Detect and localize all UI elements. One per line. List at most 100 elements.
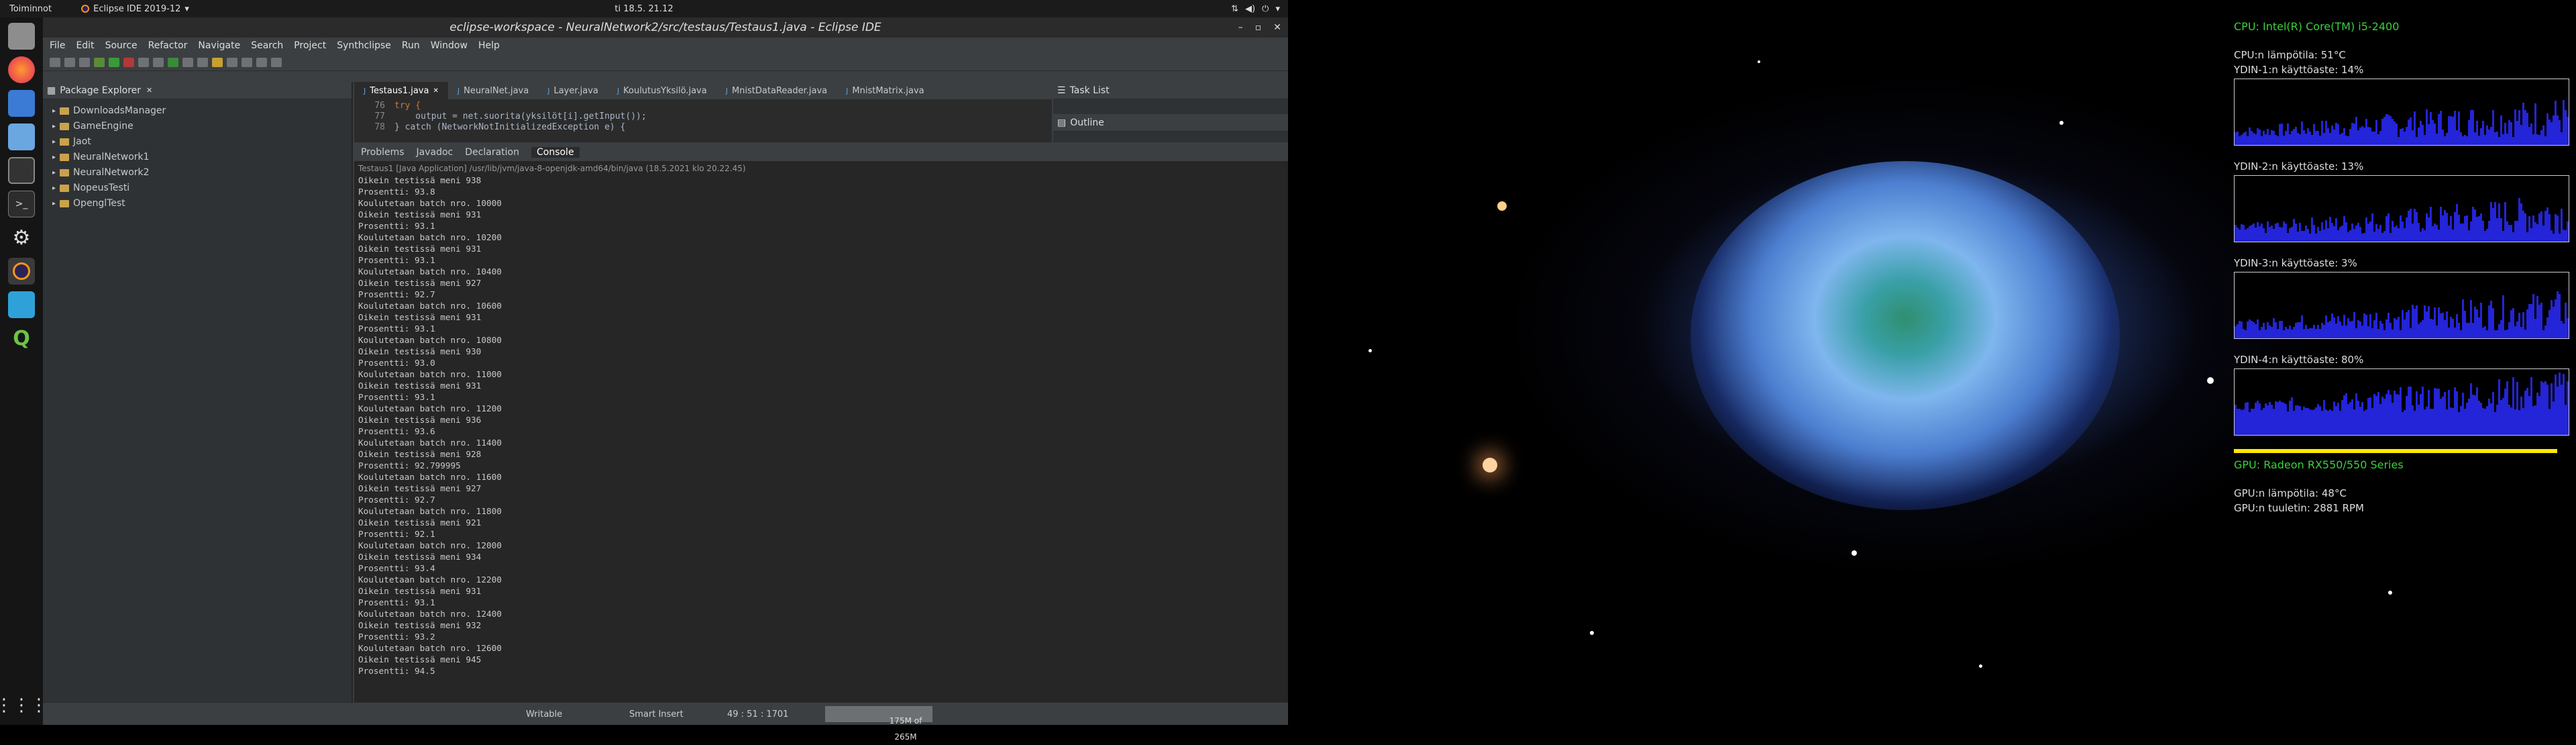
show-applications-icon[interactable]: ⋮⋮⋮ — [0, 695, 48, 715]
clock[interactable]: ti 18.5. 21.12 — [614, 4, 673, 14]
code-line: 76 try { — [354, 101, 1052, 111]
menu-project[interactable]: Project — [294, 40, 326, 51]
files-icon[interactable] — [8, 23, 35, 50]
save-all-icon[interactable] — [79, 57, 90, 67]
editor-tab[interactable]: J MnistDataReader.java — [716, 82, 837, 99]
close-icon[interactable]: ✕ — [433, 87, 438, 95]
new-java-project-icon[interactable] — [138, 57, 149, 67]
chevron-right-icon[interactable]: ▸ — [52, 150, 56, 165]
project-item[interactable]: ▸ NopeusTesti — [52, 181, 352, 196]
chevron-right-icon[interactable]: ▸ — [52, 119, 56, 134]
back-icon[interactable] — [241, 57, 252, 67]
close-icon[interactable]: ✕ — [1273, 22, 1281, 33]
search-icon[interactable] — [197, 57, 208, 67]
console-line: Koulutetaan batch nro. 11000 — [358, 369, 502, 379]
editor-tab[interactable]: J Layer.java — [538, 82, 608, 99]
app-menu[interactable]: Eclipse IDE 2019-12 ▾ — [81, 4, 189, 14]
new-icon[interactable] — [50, 57, 60, 67]
project-item[interactable]: ▸ DownloadsManager — [52, 103, 352, 119]
project-item[interactable]: ▸ Jaot — [52, 134, 352, 150]
system-monitor-icon[interactable] — [8, 157, 35, 184]
code-editor: J Testaus1.java ✕ J NeuralNet.java J Layer.jav… — [354, 82, 1052, 142]
minimize-icon[interactable]: – — [1238, 22, 1243, 33]
menu-edit[interactable]: Edit — [76, 40, 94, 51]
menu-file[interactable]: File — [50, 40, 65, 51]
menu-refactor[interactable]: Refactor — [148, 40, 188, 51]
chevron-right-icon[interactable]: ▸ — [52, 103, 56, 119]
gpu-name: GPU: Radeon RX550/550 Series — [2234, 458, 2404, 471]
activities-button[interactable]: Toiminnot — [0, 4, 61, 14]
cursor-position: 49 : 51 : 1701 — [727, 709, 789, 719]
terminal-icon[interactable]: >_ — [8, 191, 35, 217]
chevron-right-icon[interactable]: ▸ — [52, 196, 56, 211]
pin-editor-icon[interactable] — [271, 57, 282, 67]
run-icon[interactable] — [109, 57, 119, 67]
window-titlebar[interactable]: eclipse-workspace - NeuralNetwork2/src/t… — [43, 17, 1288, 38]
qgis-icon[interactable]: Q — [8, 325, 35, 352]
menu-synthclipse[interactable]: Synthclipse — [337, 40, 391, 51]
top-bar: Toiminnot Eclipse IDE 2019-12 ▾ ti 18.5.… — [0, 0, 1288, 17]
package-explorer-header[interactable]: ▦ Package Explorer ✕ — [43, 82, 352, 99]
new-class-icon[interactable] — [168, 57, 178, 67]
menu-run[interactable]: Run — [402, 40, 420, 51]
screenshot-icon[interactable] — [8, 291, 35, 318]
console-line: Koulutetaan batch nro. 12400 — [358, 609, 502, 619]
console-line: Prosentti: 93.1 — [358, 324, 435, 334]
project-item[interactable]: ▸ NeuralNetwork2 — [52, 165, 352, 181]
core-usage-graph — [2234, 79, 2569, 146]
open-type-icon[interactable] — [182, 57, 193, 67]
project-tree: ▸ DownloadsManager ▸ GameEngine ▸ Jaot ▸ Neural… — [43, 99, 352, 211]
virtualbox-icon[interactable] — [8, 123, 35, 150]
system-tray[interactable]: ⇅ ◀) ⏻ ▾ — [1231, 4, 1280, 14]
menu-window[interactable]: Window — [431, 40, 468, 51]
close-icon[interactable]: ✕ — [146, 86, 152, 95]
core-usage-label: YDIN-1:n käyttöaste: 14% — [2234, 64, 2364, 76]
menu-source[interactable]: Source — [105, 40, 138, 51]
new-package-icon[interactable] — [153, 57, 164, 67]
settings-icon[interactable]: ⚙ — [8, 224, 35, 251]
tab-console[interactable]: Console — [531, 147, 580, 158]
star — [1497, 201, 1507, 211]
tab-task-list[interactable]: ☰ Task List — [1053, 82, 1288, 99]
main-toolbar — [43, 54, 1288, 71]
code-area[interactable]: 76 try {77 output = net.suorita(yksilöt[i… — [354, 99, 1052, 134]
gpu-temp: GPU:n lämpötila: 48°C — [2234, 487, 2347, 499]
tab-javadoc[interactable]: Javadoc — [417, 147, 453, 158]
firefox-icon[interactable] — [8, 56, 35, 83]
eclipse-dock-icon[interactable] — [8, 258, 35, 285]
menu-navigate[interactable]: Navigate — [198, 40, 240, 51]
java-file-icon: J — [457, 86, 460, 95]
project-item[interactable]: ▸ NeuralNetwork1 — [52, 150, 352, 165]
project-item[interactable]: ▸ GameEngine — [52, 119, 352, 134]
star — [1368, 349, 1372, 352]
mark-occurrences-icon[interactable] — [212, 57, 223, 67]
star — [1979, 664, 1982, 668]
console-line: Oikein testissä meni 945 — [358, 654, 482, 664]
external-tools-icon[interactable] — [123, 57, 134, 67]
console-line: Koulutetaan batch nro. 12600 — [358, 643, 502, 653]
editor-tab[interactable]: J NeuralNet.java — [448, 82, 538, 99]
editor-tab[interactable]: J KoulutusYksilö.java — [608, 82, 716, 99]
debug-icon[interactable] — [94, 57, 105, 67]
console-line: Koulutetaan batch nro. 10000 — [358, 198, 502, 208]
chevron-right-icon[interactable]: ▸ — [52, 165, 56, 181]
code-text: try { — [394, 101, 421, 111]
menu-help[interactable]: Help — [478, 40, 500, 51]
heap-status[interactable]: 175M of 265M — [825, 706, 932, 742]
annotation-next-icon[interactable] — [227, 57, 237, 67]
forward-icon[interactable] — [256, 57, 267, 67]
console-output[interactable]: Oikein testissä meni 938 Prosentti: 93.8 K… — [354, 173, 1288, 678]
tab-outline[interactable]: ▤ Outline — [1053, 114, 1288, 132]
menu-search[interactable]: Search — [251, 40, 283, 51]
dock: >_ ⚙ Q ⋮⋮⋮ — [0, 17, 48, 725]
editor-tab[interactable]: J MnistMatrix.java — [837, 82, 934, 99]
save-icon[interactable] — [64, 57, 75, 67]
chevron-right-icon[interactable]: ▸ — [52, 181, 56, 196]
project-item[interactable]: ▸ OpenglTest — [52, 196, 352, 211]
software-icon[interactable] — [8, 90, 35, 117]
editor-tab[interactable]: J Testaus1.java ✕ — [354, 82, 448, 99]
tab-problems[interactable]: Problems — [361, 147, 405, 158]
maximize-icon[interactable]: ▫ — [1255, 22, 1262, 33]
chevron-right-icon[interactable]: ▸ — [52, 134, 56, 150]
tab-declaration[interactable]: Declaration — [465, 147, 519, 158]
